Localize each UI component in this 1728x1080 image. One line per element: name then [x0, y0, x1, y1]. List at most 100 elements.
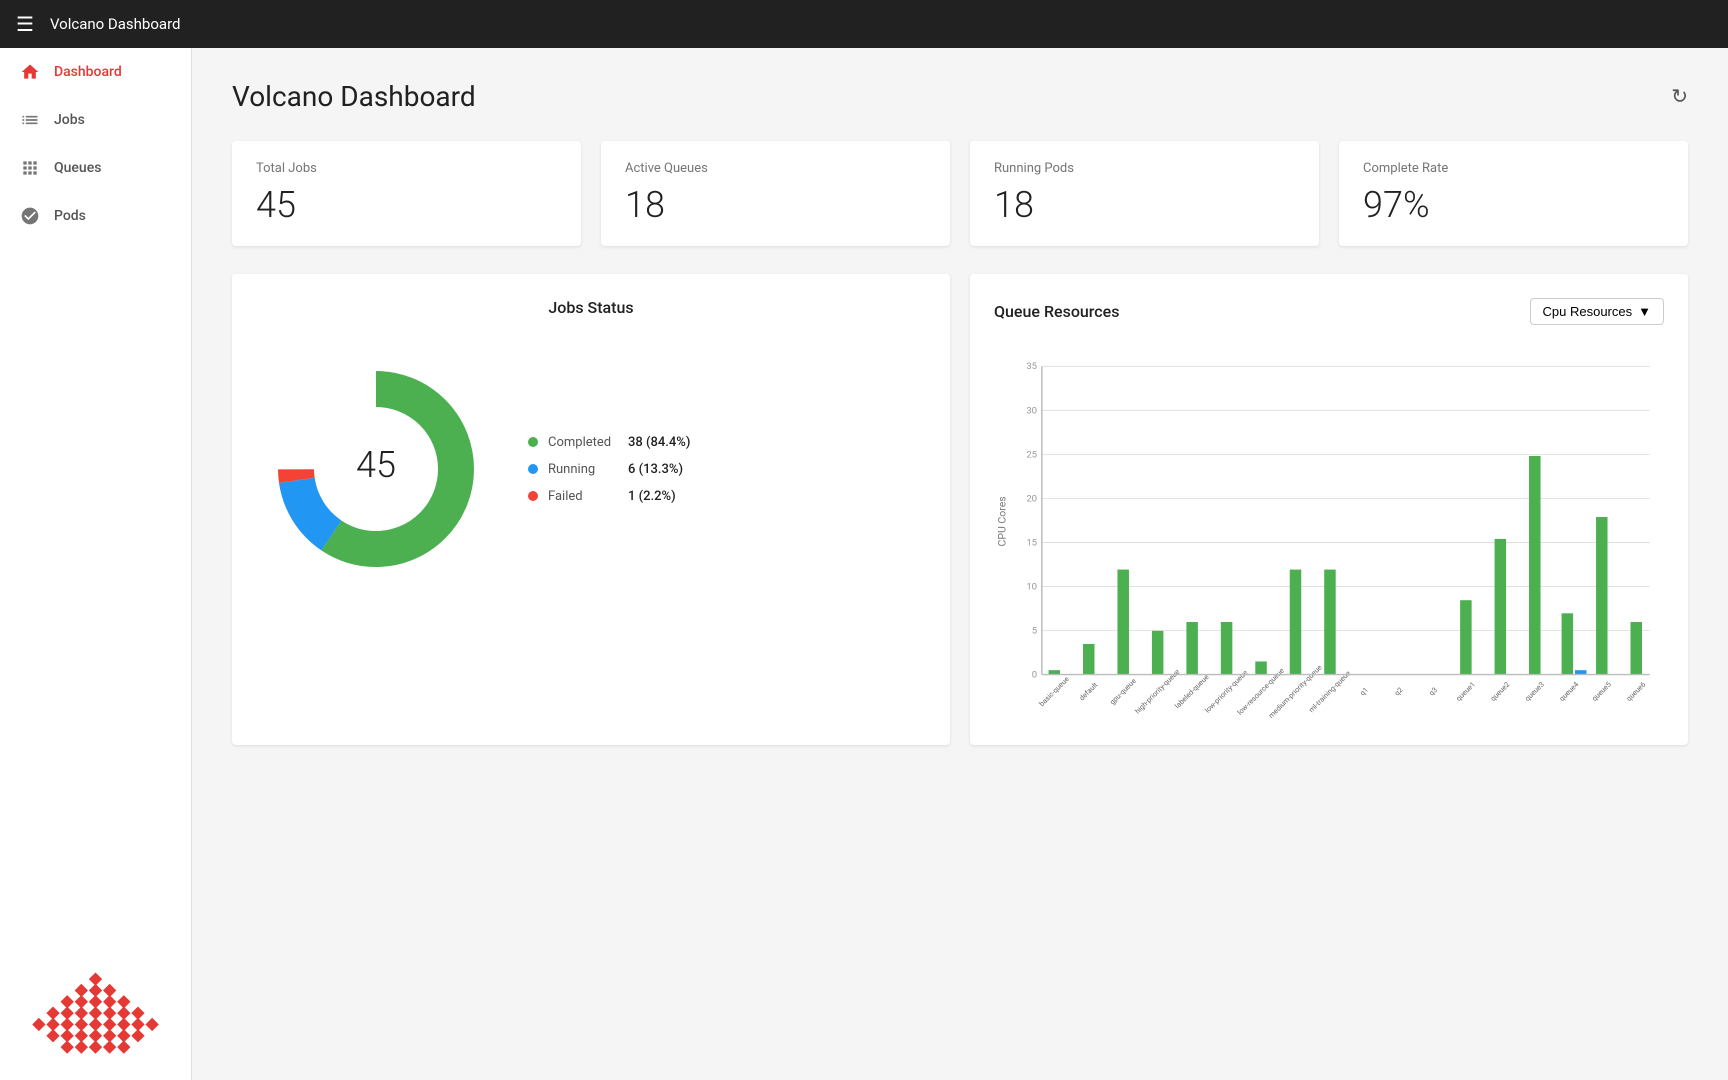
completed-value: 38 (84.4%) [628, 435, 690, 450]
complete-rate-value: 97% [1363, 184, 1664, 226]
jobs-icon [20, 110, 40, 130]
svg-text:35: 35 [1026, 361, 1037, 372]
y-axis: 0 5 10 15 20 25 30 [995, 361, 1649, 680]
failed-label: Failed [548, 489, 618, 504]
layout: Dashboard Jobs Queues Pods [0, 48, 1728, 1080]
running-value: 6 (13.3%) [628, 462, 683, 477]
svg-text:q2: q2 [1392, 685, 1404, 697]
jobs-status-card: Jobs Status 45 [232, 274, 950, 745]
bar-queue2: queue2 [1488, 539, 1511, 703]
running-pods-value: 18 [994, 184, 1295, 226]
sidebar-item-pods[interactable]: Pods [0, 192, 191, 240]
active-queues-label: Active Queues [625, 161, 926, 176]
running-dot [528, 464, 538, 474]
bar-queue4: queue4 [1557, 613, 1586, 703]
svg-text:10: 10 [1026, 581, 1037, 592]
complete-rate-label: Complete Rate [1363, 161, 1664, 176]
bar-chart-wrapper: 0 5 10 15 20 25 30 [994, 341, 1664, 721]
total-jobs-value: 45 [256, 184, 557, 226]
svg-text:queue1: queue1 [1454, 680, 1477, 703]
svg-text:15: 15 [1026, 537, 1037, 548]
bar-queue1: queue1 [1454, 600, 1477, 703]
failed-value: 1 (2.2%) [628, 489, 676, 504]
svg-text:q1: q1 [1358, 685, 1370, 697]
bar-low-priority: low-priority-queue [1203, 622, 1250, 715]
sidebar-label-queues: Queues [54, 160, 101, 176]
stat-cards: Total Jobs 45 Active Queues 18 Running P… [232, 141, 1688, 246]
queues-icon [20, 158, 40, 178]
sidebar-label-pods: Pods [54, 208, 86, 224]
page-title: Volcano Dashboard [232, 80, 476, 113]
cpu-resources-dropdown[interactable]: Cpu Resources ▼ [1530, 298, 1664, 325]
svg-text:queue3: queue3 [1523, 680, 1546, 703]
bar-chart-svg: 0 5 10 15 20 25 30 [994, 341, 1664, 721]
stat-card-running-pods: Running Pods 18 [970, 141, 1319, 246]
donut-container: 45 Completed 38 (84.4%) Running 6 (13.3%… [256, 333, 926, 605]
bar-q1: q1 [1358, 685, 1370, 697]
svg-text:0: 0 [1032, 669, 1037, 680]
svg-text:queue2: queue2 [1488, 680, 1511, 703]
bar-queue6: queue6 [1624, 622, 1647, 703]
volcano-logo [0, 950, 191, 1080]
menu-icon[interactable]: ☰ [16, 12, 34, 36]
bar-gpu-queue: gpu-queue [1108, 570, 1138, 707]
svg-text:25: 25 [1026, 449, 1037, 460]
bar-default: default [1077, 644, 1100, 702]
failed-dot [528, 491, 538, 501]
sidebar: Dashboard Jobs Queues Pods [0, 48, 192, 1080]
svg-text:30: 30 [1026, 405, 1037, 416]
active-queues-value: 18 [625, 184, 926, 226]
svg-text:20: 20 [1026, 493, 1037, 504]
legend-completed: Completed 38 (84.4%) [528, 435, 690, 450]
svg-text:gpu-queue: gpu-queue [1108, 676, 1138, 706]
queue-resources-header: Queue Resources Cpu Resources ▼ [994, 298, 1664, 325]
svg-text:5: 5 [1032, 625, 1037, 636]
sidebar-label-jobs: Jobs [54, 112, 85, 128]
bar-medium-priority: medium-priority-queue [1267, 570, 1324, 720]
bar-labeled-queue: labeled-queue [1173, 622, 1211, 710]
legend-running: Running 6 (13.3%) [528, 462, 690, 477]
bar-q3: q3 [1427, 685, 1439, 697]
queue-resources-card: Queue Resources Cpu Resources ▼ [970, 274, 1688, 745]
dropdown-label: Cpu Resources [1543, 304, 1633, 319]
svg-text:default: default [1077, 680, 1100, 703]
jobs-legend: Completed 38 (84.4%) Running 6 (13.3%) F… [528, 435, 690, 504]
sidebar-label-dashboard: Dashboard [54, 64, 122, 80]
svg-text:basic-queue: basic-queue [1037, 674, 1071, 708]
svg-text:q3: q3 [1427, 685, 1439, 697]
svg-text:labeled-queue: labeled-queue [1173, 672, 1211, 710]
svg-text:queue6: queue6 [1624, 680, 1647, 703]
queue-resources-title: Queue Resources [994, 302, 1119, 321]
charts-row: Jobs Status 45 [232, 274, 1688, 745]
jobs-status-title: Jobs Status [256, 298, 926, 317]
svg-text:queue4: queue4 [1557, 680, 1580, 703]
stat-card-active-queues: Active Queues 18 [601, 141, 950, 246]
topbar-title: Volcano Dashboard [50, 15, 181, 33]
bar-queue3: queue3 [1523, 456, 1546, 703]
completed-dot [528, 437, 538, 447]
pods-icon [20, 206, 40, 226]
topbar: ☰ Volcano Dashboard [0, 0, 1728, 48]
donut-chart-svg: 45 [256, 349, 496, 589]
home-icon [20, 62, 40, 82]
running-label: Running [548, 462, 618, 477]
bar-ml-training: ml-training-queue [1307, 570, 1353, 715]
sidebar-item-queues[interactable]: Queues [0, 144, 191, 192]
sidebar-item-jobs[interactable]: Jobs [0, 96, 191, 144]
legend-failed: Failed 1 (2.2%) [528, 489, 690, 504]
page-header: Volcano Dashboard ↻ [232, 80, 1688, 113]
bar-basic-queue: basic-queue [1037, 670, 1071, 708]
refresh-button[interactable]: ↻ [1671, 84, 1688, 109]
stat-card-total-jobs: Total Jobs 45 [232, 141, 581, 246]
sidebar-item-dashboard[interactable]: Dashboard [0, 48, 191, 96]
svg-text:CPU Cores: CPU Cores [995, 496, 1008, 546]
stat-card-complete-rate: Complete Rate 97% [1339, 141, 1688, 246]
main-content: Volcano Dashboard ↻ Total Jobs 45 Active… [192, 48, 1728, 1080]
svg-text:45: 45 [356, 444, 396, 486]
completed-label: Completed [548, 435, 618, 450]
dropdown-chevron-icon: ▼ [1638, 304, 1651, 319]
bar-q2: q2 [1392, 685, 1404, 697]
svg-text:queue5: queue5 [1590, 680, 1613, 703]
running-pods-label: Running Pods [994, 161, 1295, 176]
total-jobs-label: Total Jobs [256, 161, 557, 176]
